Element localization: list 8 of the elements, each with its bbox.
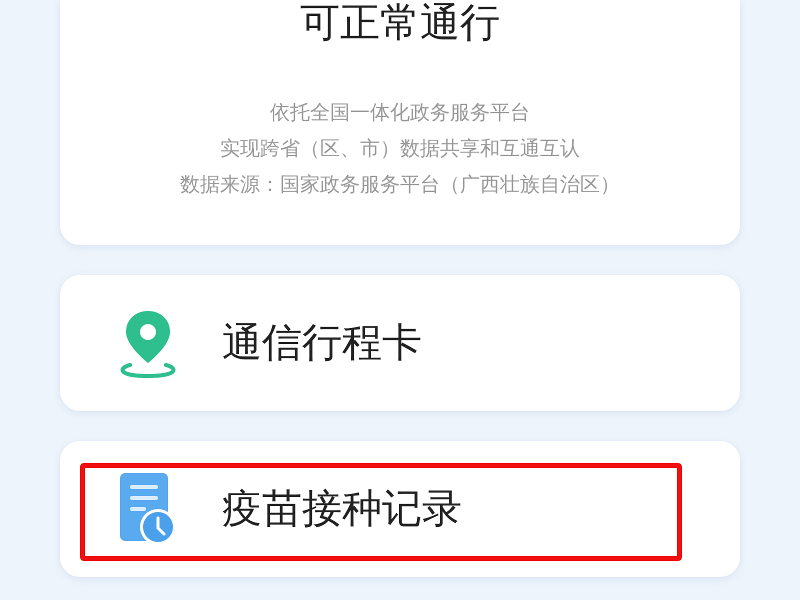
entry-card[interactable]: 疫苗接种记录 — [60, 441, 740, 577]
entry-card[interactable]: 通信行程卡 — [60, 275, 740, 411]
info-text: 实现跨省（区、市）数据共享和互通互认 — [220, 135, 580, 162]
info-text: 依托全国一体化政务服务平台 — [270, 99, 530, 126]
entry-label: 通信行程卡 — [222, 319, 422, 368]
info-text: 数据来源：国家政务服务平台（广西壮族自治区） — [180, 171, 620, 198]
status-title: 可正常通行 — [300, 0, 500, 48]
entry-label: 疫苗接种记录 — [222, 485, 462, 534]
